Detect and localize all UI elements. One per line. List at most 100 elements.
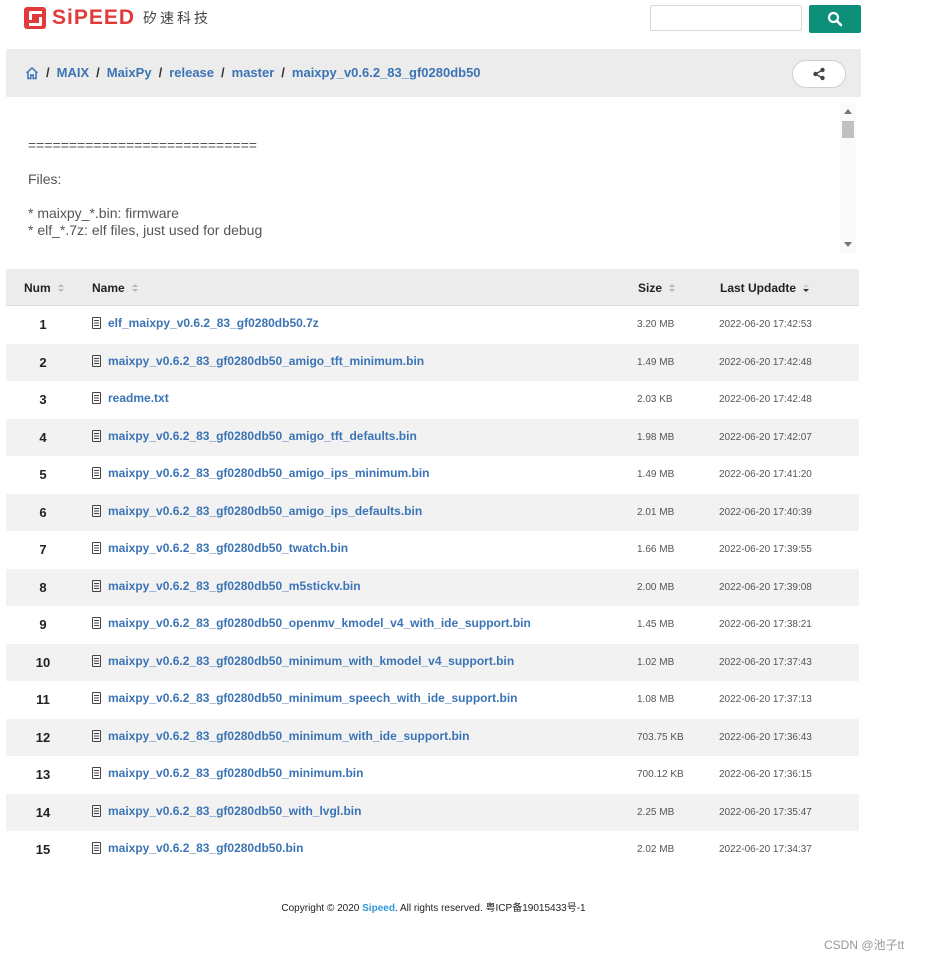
search-input[interactable] [650,5,802,31]
table-row: 14 maixpy_v0.6.2_83_gf0280db50_with_lvgl.… [6,793,859,831]
table-row: 9 maixpy_v0.6.2_83_gf0280db50_openmv_kmod… [6,606,859,644]
row-size: 2.25 MB [637,806,675,818]
sort-icon [131,284,138,292]
table-row: 1 elf_maixpy_v0.6.2_83_gf0280db50.7z 3.20 … [6,306,859,344]
search-icon [827,11,843,27]
file-table: Num Name Size Last Updadte 1 elf_maixpy_v… [6,269,859,869]
row-date: 2022-06-20 17:36:15 [719,769,812,780]
file-link[interactable]: maixpy_v0.6.2_83_gf0280db50_twatch.bin [108,541,348,555]
row-size: 1.98 MB [637,431,675,443]
row-size: 1.02 MB [637,656,675,668]
column-header-date[interactable]: Last Updadte [720,281,810,295]
table-row: 4 maixpy_v0.6.2_83_gf0280db50_amigo_tft_d… [6,418,859,456]
scroll-thumb[interactable] [842,121,854,138]
readme-text: ============================ Files: * ma… [28,137,263,238]
column-header-size[interactable]: Size [638,281,676,295]
column-header-num[interactable]: Num [24,281,64,295]
row-num: 10 [35,654,51,670]
home-icon[interactable] [25,66,39,80]
file-icon [92,429,101,442]
row-name-cell: elf_maixpy_v0.6.2_83_gf0280db50.7z [92,316,319,330]
file-icon [92,467,101,479]
file-icon [92,767,101,779]
footer-sipeed-link[interactable]: Sipeed [362,903,395,914]
row-num: 6 [39,504,47,520]
file-icon [92,392,101,404]
file-link[interactable]: maixpy_v0.6.2_83_gf0280db50_minimum_with… [108,654,514,668]
row-date: 2022-06-20 17:34:37 [719,844,812,855]
row-size: 703.75 KB [637,731,684,743]
file-link[interactable]: maixpy_v0.6.2_83_gf0280db50_amigo_tft_de… [108,429,417,443]
watermark: CSDN @池子tt [824,938,905,952]
row-name-cell: maixpy_v0.6.2_83_gf0280db50_twatch.bin [92,541,348,555]
breadcrumb-item-master[interactable]: master [232,65,275,80]
row-name-cell: maixpy_v0.6.2_83_gf0280db50_amigo_tft_de… [92,429,417,443]
brand-name: SiPEED [52,6,136,29]
breadcrumb-item-maixpy[interactable]: MaixPy [107,65,152,80]
row-date: 2022-06-20 17:41:20 [719,469,812,480]
table-row: 2 maixpy_v0.6.2_83_gf0280db50_amigo_tft_m… [6,343,859,381]
file-link[interactable]: maixpy_v0.6.2_83_gf0280db50_minimum.bin [108,766,363,780]
readme-scrollbar[interactable] [840,103,856,253]
row-name-cell: maixpy_v0.6.2_83_gf0280db50_minimum_spee… [92,691,518,705]
file-link[interactable]: maixpy_v0.6.2_83_gf0280db50_m5stickv.bin [108,579,361,593]
column-header-label: Size [638,281,663,295]
file-link[interactable]: readme.txt [108,391,169,405]
table-row: 5 maixpy_v0.6.2_83_gf0280db50_amigo_ips_m… [6,456,859,494]
site-header: SiPEED 矽速科技 [0,0,927,40]
breadcrumb-separator: / [96,65,100,80]
row-size: 1.49 MB [637,469,675,480]
table-row: 8 maixpy_v0.6.2_83_gf0280db50_m5stickv.bi… [6,568,859,606]
row-date: 2022-06-20 17:42:53 [719,319,812,330]
breadcrumb-separator: / [281,65,285,80]
table-row: 12 maixpy_v0.6.2_83_gf0280db50_minimum_wi… [6,718,859,756]
file-icon [92,542,101,554]
breadcrumb-bar: / MAIX / MaixPy / release / master / mai… [6,49,861,97]
table-row: 11 maixpy_v0.6.2_83_gf0280db50_minimum_sp… [6,681,859,719]
row-size: 2.02 MB [637,844,675,855]
row-num: 1 [39,317,47,332]
file-link[interactable]: elf_maixpy_v0.6.2_83_gf0280db50.7z [108,316,319,330]
row-size: 3.20 MB [637,319,675,330]
scroll-down-arrow-icon[interactable] [844,242,852,247]
row-date: 2022-06-20 17:36:43 [719,731,812,743]
file-link[interactable]: maixpy_v0.6.2_83_gf0280db50_minimum_spee… [108,691,518,705]
row-size: 1.49 MB [637,356,675,368]
row-date: 2022-06-20 17:35:47 [719,806,812,818]
breadcrumb-separator: / [46,65,50,80]
file-link[interactable]: maixpy_v0.6.2_83_gf0280db50.bin [108,841,303,855]
sipeed-logo[interactable]: SiPEED 矽速科技 [24,6,211,30]
file-link[interactable]: maixpy_v0.6.2_83_gf0280db50_minimum_with… [108,729,469,743]
sort-icon [57,284,64,292]
row-num: 11 [36,692,50,707]
row-date: 2022-06-20 17:38:21 [719,619,812,630]
breadcrumb-item-release[interactable]: release [169,65,214,80]
file-link[interactable]: maixpy_v0.6.2_83_gf0280db50_openmv_kmode… [108,616,531,630]
footer-copyright-prefix: Copyright © 2020 [281,903,363,914]
scroll-up-arrow-icon[interactable] [844,109,852,114]
file-link[interactable]: maixpy_v0.6.2_83_gf0280db50_with_lvgl.bi… [108,804,361,818]
share-button[interactable] [792,60,846,88]
breadcrumb-item-maix[interactable]: MAIX [57,65,90,80]
column-header-name[interactable]: Name [92,281,138,295]
row-num: 9 [39,617,47,632]
breadcrumb-item-current[interactable]: maixpy_v0.6.2_83_gf0280db50 [292,65,481,80]
table-row: 15 maixpy_v0.6.2_83_gf0280db50.bin 2.02 MB… [6,831,859,869]
file-link[interactable]: maixpy_v0.6.2_83_gf0280db50_amigo_ips_mi… [108,466,429,480]
file-icon [92,692,101,704]
search-button[interactable] [809,5,861,33]
table-row: 7 maixpy_v0.6.2_83_gf0280db50_twatch.bin 1… [6,531,859,569]
row-size: 1.66 MB [637,544,675,555]
row-size: 2.03 KB [637,394,673,405]
row-num: 12 [35,729,51,745]
row-num: 5 [39,467,47,482]
row-name-cell: maixpy_v0.6.2_83_gf0280db50.bin [92,841,303,855]
table-row: 6 maixpy_v0.6.2_83_gf0280db50_amigo_ips_d… [6,493,859,531]
column-header-label: Name [92,281,125,295]
row-name-cell: maixpy_v0.6.2_83_gf0280db50_amigo_ips_de… [92,504,422,518]
readme-panel[interactable]: ============================ Files: * ma… [6,103,856,253]
file-link[interactable]: maixpy_v0.6.2_83_gf0280db50_amigo_ips_de… [108,504,422,518]
file-link[interactable]: maixpy_v0.6.2_83_gf0280db50_amigo_tft_mi… [108,354,424,368]
file-icon [92,617,101,629]
row-date: 2022-06-20 17:42:48 [719,356,812,368]
